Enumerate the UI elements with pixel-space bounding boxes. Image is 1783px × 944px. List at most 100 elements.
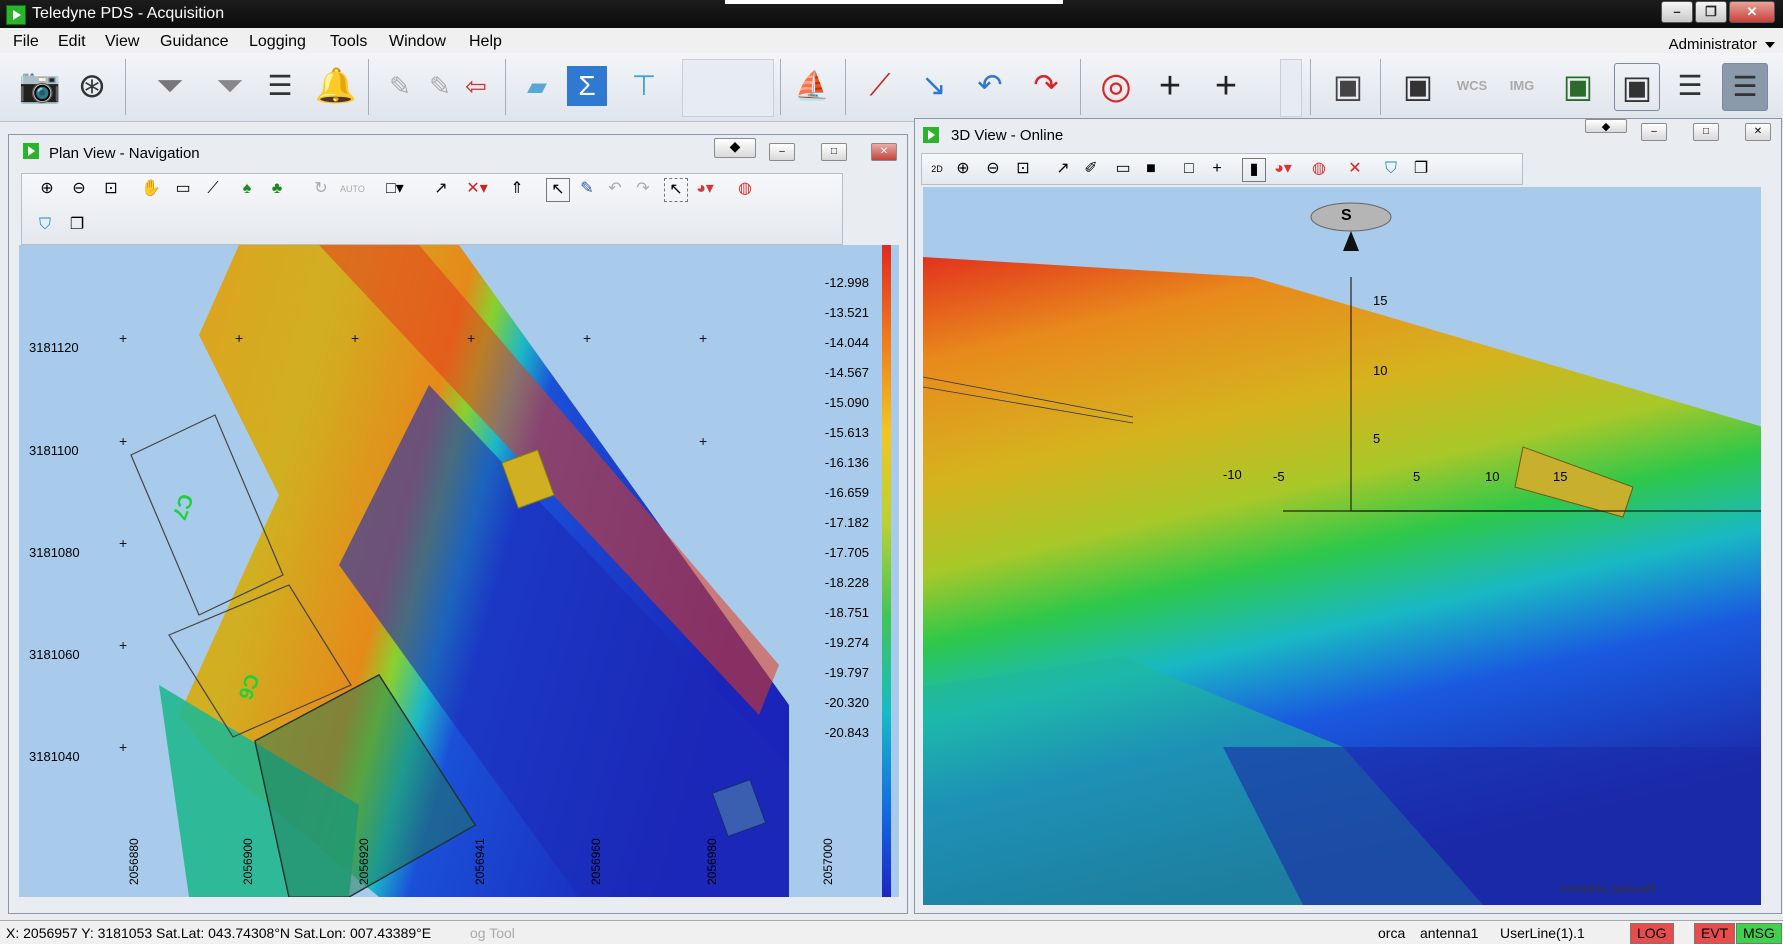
track-icon[interactable]: ✕▾: [466, 178, 488, 200]
minimize-button[interactable]: –: [1661, 1, 1693, 23]
panel-maximize-button[interactable]: □: [821, 143, 847, 161]
crosshair-icon[interactable]: +: [1206, 158, 1228, 180]
tree-icon[interactable]: ♠: [236, 178, 258, 200]
y-tick-label: 3181120: [29, 340, 79, 355]
camera-icon[interactable]: 📷: [18, 63, 62, 109]
filter-icon[interactable]: ⏷: [148, 63, 192, 109]
exit-arrow-icon[interactable]: ⇦: [454, 63, 498, 109]
zoom-extent-icon[interactable]: ⊡: [1012, 158, 1034, 180]
plan-view-title: Plan View - Navigation: [49, 145, 200, 162]
menu-file[interactable]: File: [13, 33, 39, 51]
zoom-out-icon[interactable]: ⊖: [982, 158, 1004, 180]
line-arrow-3-icon[interactable]: ↷: [1024, 63, 1068, 109]
user-name[interactable]: Administrator: [1669, 36, 1757, 53]
pan-hand-icon[interactable]: ✋: [140, 178, 162, 200]
y-tick-label: 3181100: [29, 443, 79, 458]
sliders-check-icon[interactable]: ☰: [1668, 63, 1712, 109]
edit-icon[interactable]: ✎: [576, 178, 598, 200]
ruler-icon[interactable]: ▭: [1112, 158, 1134, 180]
redo-icon[interactable]: ↷: [632, 178, 654, 200]
wcs-icon[interactable]: WCS: [1450, 63, 1494, 109]
3d-view-scene[interactable]: S 15 10 5 -10 -5 5 10 15 colortable_bpdc…: [923, 187, 1761, 905]
line-arrow-1-icon[interactable]: ↘: [912, 63, 956, 109]
measure-icon[interactable]: ▭: [172, 178, 194, 200]
list-check-icon[interactable]: ☰: [1722, 63, 1768, 111]
depth-scale-label: -20.843: [824, 725, 869, 740]
zoom-out-icon[interactable]: ⊖: [68, 178, 90, 200]
plan-view-map[interactable]: 3181120 3181100 3181080 3181060 3181040 …: [19, 245, 899, 897]
line-icon[interactable]: ↗: [1052, 158, 1074, 180]
alarm-bell-icon[interactable]: 🔔: [314, 63, 358, 109]
2d-toggle-icon[interactable]: 2D: [926, 158, 948, 180]
color-bar-icon[interactable]: ▮: [1242, 158, 1266, 182]
window-controls: – ❐ ✕: [1661, 1, 1775, 23]
device-icon[interactable]: ▰: [515, 63, 559, 109]
panel-minimize-button[interactable]: –: [769, 143, 795, 161]
clear-icon[interactable]: ✕: [1344, 158, 1366, 180]
color-wheel-icon[interactable]: ◍: [734, 178, 756, 200]
save-export-icon[interactable]: ▣: [1556, 63, 1600, 109]
zoom-in-icon[interactable]: ⊕: [36, 178, 58, 200]
select-rect-icon[interactable]: □▾: [384, 178, 406, 200]
panel-close-button[interactable]: ✕: [1745, 123, 1771, 141]
upload-icon[interactable]: ⇑: [506, 178, 528, 200]
add-cursor-icon[interactable]: +: [1148, 63, 1192, 109]
line-arrow-2-icon[interactable]: ↶: [968, 63, 1012, 109]
cursor-icon[interactable]: ↖: [546, 178, 570, 202]
sigma-icon[interactable]: Σ: [567, 66, 607, 106]
zoom-extent-icon[interactable]: ⊡: [100, 178, 122, 200]
menu-view[interactable]: View: [105, 33, 139, 51]
menu-window[interactable]: Window: [389, 33, 446, 51]
main-toolbar: 📷 ⊛ ⏷ ⏷ ☰ 🔔 ✎ ✎ ⇦ ▰ Σ ⊤ ⛵ ⟋ ↘ ↶ ↷ ◎ + + …: [0, 53, 1783, 122]
log-indicator[interactable]: LOG: [1630, 923, 1674, 944]
save-edit-icon[interactable]: ▣: [1326, 63, 1370, 109]
select-rect-icon[interactable]: □: [1178, 158, 1200, 180]
layers-icon[interactable]: ⛉: [34, 214, 56, 236]
palette-icon[interactable]: ◕▾: [694, 178, 716, 200]
save-warning-icon[interactable]: ▣: [1614, 63, 1660, 111]
lifebuoy-icon[interactable]: ◎: [1094, 63, 1138, 109]
pin-button[interactable]: ◆: [714, 138, 756, 158]
grid-select-icon[interactable]: ↖: [664, 178, 688, 202]
windows-icon[interactable]: ❐: [66, 214, 88, 236]
evt-indicator[interactable]: EVT: [1694, 923, 1736, 944]
hierarchy-icon[interactable]: ⊤: [622, 63, 666, 109]
pin-button[interactable]: ◆: [1585, 119, 1627, 133]
ruler-icon[interactable]: ⟋: [202, 178, 224, 200]
img-icon[interactable]: IMG: [1500, 63, 1544, 109]
select-line-icon[interactable]: ⟋: [858, 63, 902, 109]
layers-icon[interactable]: ⛉: [1380, 158, 1402, 180]
color-wheel-icon[interactable]: ◍: [1308, 158, 1330, 180]
menu-help[interactable]: Help: [469, 33, 502, 51]
tree-color-icon[interactable]: ♣: [266, 178, 288, 200]
maximize-button[interactable]: ❐: [1695, 1, 1727, 23]
vessel-icon[interactable]: ⛵: [790, 63, 834, 109]
user-dropdown-icon[interactable]: [1765, 42, 1775, 48]
panel-minimize-button[interactable]: –: [1641, 123, 1667, 141]
sliders-icon[interactable]: ☰: [258, 63, 302, 109]
panel-maximize-button[interactable]: □: [1693, 123, 1719, 141]
menu-tools[interactable]: Tools: [330, 33, 367, 51]
rotate-icon[interactable]: ↻: [310, 178, 332, 200]
menu-guidance[interactable]: Guidance: [160, 33, 229, 51]
zoom-in-icon[interactable]: ⊕: [952, 158, 974, 180]
msg-indicator[interactable]: MSG: [1736, 923, 1782, 944]
save-check-icon[interactable]: ▣: [1396, 63, 1440, 109]
undo-icon[interactable]: ↶: [604, 178, 626, 200]
toolbar-separator: [780, 59, 781, 115]
brush-icon[interactable]: ✐: [1080, 158, 1102, 180]
palette-icon[interactable]: ◕▾: [1272, 158, 1294, 180]
menu-logging[interactable]: Logging: [249, 33, 306, 51]
camera-icon[interactable]: ■: [1140, 158, 1162, 180]
film-reel-icon[interactable]: ⊛: [70, 63, 114, 109]
close-button[interactable]: ✕: [1729, 1, 1775, 23]
auto-icon[interactable]: AUTO: [340, 178, 365, 200]
windows-icon[interactable]: ❐: [1410, 158, 1432, 180]
line-icon[interactable]: ↗: [430, 178, 452, 200]
filter-funnel-icon[interactable]: ⏷: [208, 63, 252, 109]
plan-view-icon: [23, 143, 39, 159]
menu-edit[interactable]: Edit: [58, 33, 86, 51]
panel-close-button[interactable]: ✕: [871, 143, 897, 161]
edit-pen-icon[interactable]: ✎: [378, 63, 422, 109]
add-point-icon[interactable]: +: [1204, 63, 1248, 109]
